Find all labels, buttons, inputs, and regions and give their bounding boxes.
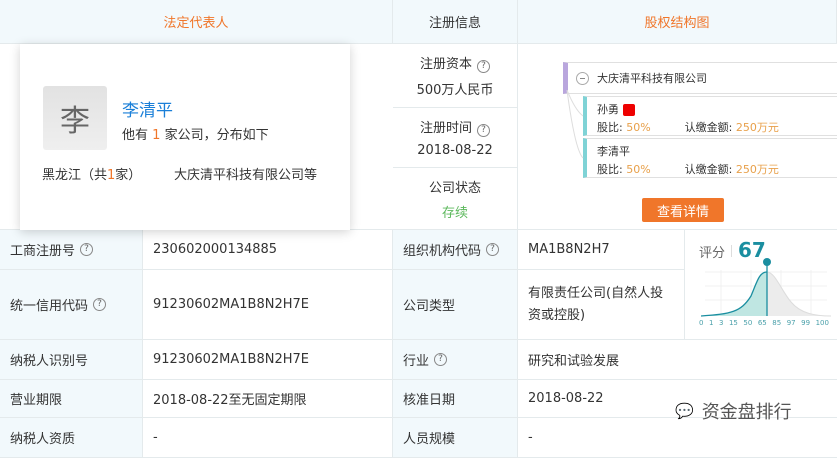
amount-label: 认缴金额: (684, 121, 733, 134)
equity-holder[interactable]: 李清平 股比: 50% 认缴金额: 250万元 (583, 138, 837, 178)
collapse-icon[interactable] (576, 71, 589, 85)
header-reg-info: 注册信息 (393, 0, 518, 44)
reg-capital-value: 500万人民币 (416, 83, 494, 98)
status-label: 公司状态 (428, 180, 481, 196)
ratio-value: 50% (626, 163, 651, 176)
value-staff-size: - (518, 418, 837, 458)
help-icon[interactable]: ? (477, 124, 490, 137)
region-pre: 黑龙江（共 (42, 168, 108, 183)
label-taxpayer-id: 纳税人识别号 (0, 340, 143, 380)
desc-post: 家公司，分布如下 (164, 128, 269, 143)
value-business-term: 2018-08-22至无固定期限 (143, 380, 393, 418)
legal-rep-name[interactable]: 李清平 (122, 96, 173, 121)
reg-capital-label: 注册资本 (419, 57, 472, 72)
holder-name: 孙勇 (597, 103, 619, 116)
avatar: 李 (43, 86, 107, 150)
region-post: 家） (115, 168, 142, 183)
help-icon[interactable]: ? (477, 60, 490, 73)
tree-connector (566, 90, 584, 159)
amount-value: 250万元 (735, 121, 779, 134)
desc-pre: 他有 (122, 128, 149, 143)
help-icon[interactable]: ? (486, 243, 500, 256)
score-marker-icon (763, 258, 771, 266)
tick-label: 100 (815, 319, 829, 327)
label-org-code: 组织机构代码 (403, 244, 482, 259)
company-count: 1 (152, 128, 161, 143)
status-value: 存续 (441, 205, 468, 221)
region-companies[interactable]: 大庆清平科技有限公司等 (174, 164, 317, 183)
label-company-type: 公司类型 (393, 270, 518, 340)
reg-time-label: 注册时间 (419, 121, 472, 136)
score-panel[interactable]: 评分 67 0 1 3 15 50 65 85 97 99 100 (685, 230, 837, 340)
reg-capital: 注册资本? 500万人民币 (393, 44, 518, 108)
help-icon[interactable]: ? (93, 298, 107, 311)
ratio-value: 50% (626, 121, 651, 134)
tick-label: 97 (786, 319, 796, 327)
label-staff-size: 人员规模 (393, 418, 518, 458)
label-approval-date: 核准日期 (393, 380, 518, 418)
reg-time: 注册时间? 2018-08-22 (393, 108, 518, 168)
label-credit-code: 统一信用代码 (10, 299, 89, 314)
amount-label: 认缴金额: (684, 163, 733, 176)
company-status: 公司状态 存续 (393, 168, 518, 230)
value-reg-number: 230602000134885 (143, 230, 393, 270)
score-axis: 0 1 3 15 50 65 85 97 99 100 (699, 319, 829, 327)
header-legal-rep: 法定代表人 (0, 0, 393, 44)
tick-label: 1 (708, 319, 714, 327)
company-count-text: 他有 1 家公司，分布如下 (122, 124, 269, 143)
header-equity: 股权结构图 (518, 0, 837, 44)
value-industry: 研究和试验发展 (518, 340, 837, 380)
label-business-term: 营业期限 (0, 380, 143, 418)
value-company-type: 有限责任公司(自然人投资或控股) (518, 270, 685, 340)
watermark-text: 资金盘排行 (701, 402, 792, 423)
tick-label: 99 (801, 319, 811, 327)
equity-company-node[interactable]: 大庆清平科技有限公司 (563, 62, 837, 94)
reg-time-value: 2018-08-22 (417, 143, 493, 158)
tick-label: 15 (728, 319, 738, 327)
value-taxpayer-qualification: - (143, 418, 393, 458)
tick-label: 3 (718, 319, 724, 327)
wechat-icon: 💬 (675, 402, 694, 420)
equity-holder[interactable]: 孙勇 股比: 50% 认缴金额: 250万元 (583, 96, 837, 136)
tick-label: 50 (743, 319, 753, 327)
value-org-code: MA1B8N2H7 (518, 230, 685, 270)
view-details-button[interactable]: 查看详情 (642, 198, 724, 222)
target-icon (622, 104, 635, 116)
label-industry: 行业 (403, 354, 430, 369)
score-distribution-curve (701, 258, 831, 317)
tick-label: 0 (699, 319, 704, 327)
holder-name: 李清平 (597, 145, 630, 158)
ratio-label: 股比: (597, 163, 623, 176)
value-taxpayer-id: 91230602MA1B8N2H7E (143, 340, 393, 380)
value-credit-code: 91230602MA1B8N2H7E (143, 270, 393, 340)
amount-value: 250万元 (735, 163, 779, 176)
legal-rep-popup: 李 李清平 他有 1 家公司，分布如下 黑龙江（共1家） 大庆清平科技有限公司等 (20, 44, 350, 230)
region-text[interactable]: 黑龙江（共1家） (42, 164, 141, 183)
label-reg-number: 工商注册号 (10, 244, 76, 259)
help-icon[interactable]: ? (434, 353, 448, 366)
tick-label: 85 (772, 319, 782, 327)
help-icon[interactable]: ? (80, 243, 94, 256)
tick-label: 65 (757, 319, 767, 327)
ratio-label: 股比: (597, 121, 623, 134)
watermark: 💬 资金盘排行 (675, 398, 792, 424)
label-taxpayer-qualification: 纳税人资质 (0, 418, 143, 458)
equity-company-name: 大庆清平科技有限公司 (597, 72, 707, 85)
